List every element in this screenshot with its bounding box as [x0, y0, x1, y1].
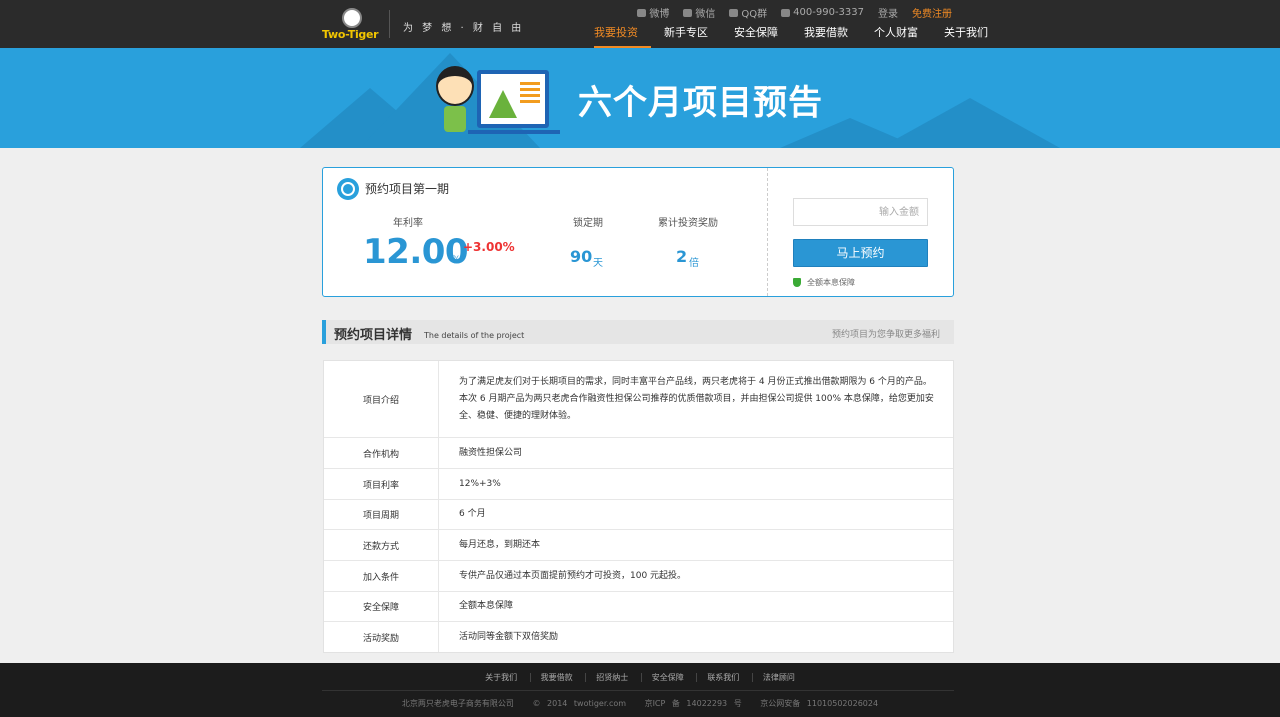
footer-link-careers[interactable]: 招贤纳士: [585, 673, 639, 682]
table-row: 加入条件 专供产品仅通过本页面提前预约才可投资，100 元起投。: [324, 561, 953, 592]
row-value: 活动同等金额下双倍奖励: [459, 631, 559, 642]
row-value: 6 个月: [459, 509, 486, 519]
details-header: 预约项目详情 The details of the project 预约项目为您…: [322, 320, 954, 344]
phone-icon: [781, 8, 791, 17]
guarantee-text: 全额本息保障: [807, 278, 855, 287]
nav-newbie[interactable]: 新手专区: [651, 26, 721, 48]
section-accent-bar: [322, 320, 326, 344]
details-title: 预约项目详情: [334, 328, 413, 343]
logo[interactable]: Two-Tiger: [322, 8, 380, 42]
wechat-icon: [683, 8, 693, 17]
shield-icon: [793, 278, 801, 287]
cartoon-boy-icon: [436, 66, 474, 106]
table-row: 项目利率 12%+3%: [324, 469, 953, 500]
details-subtitle: The details of the project: [424, 331, 525, 340]
table-row: 活动奖励 活动同等金额下双倍奖励: [324, 622, 953, 652]
clock-icon: [337, 178, 359, 200]
footer-copyright: 北京两只老虎电子商务有限公司 © 2014 twotiger.com 京ICP …: [0, 698, 1280, 709]
nav-security[interactable]: 安全保障: [721, 26, 791, 48]
register-link[interactable]: 免费注册: [912, 5, 952, 20]
qq-icon: [729, 8, 739, 17]
divider: [389, 10, 390, 38]
monitor-stand: [468, 130, 560, 134]
banner-title: 六个月项目预告: [578, 83, 823, 123]
nav-about[interactable]: 关于我们: [931, 26, 1001, 48]
mountain-shape: [880, 98, 1060, 148]
weibo-icon: [637, 8, 647, 17]
copyright: © 2014 twotiger.com: [532, 699, 627, 708]
row-value: 为了满足虎友们对于长期项目的需求，同时丰富平台产品线，两只老虎将于 4 月份正式…: [459, 376, 934, 421]
lock-label: 锁定期: [573, 218, 603, 229]
footer-links: 关于我们 我要借款 招贤纳士 安全保障 联系我们 法律顾问: [0, 672, 1280, 683]
footer: 关于我们 我要借款 招贤纳士 安全保障 联系我们 法律顾问 北京两只老虎电子商务…: [0, 663, 1280, 717]
row-value: 融资性担保公司: [459, 447, 523, 458]
row-value: 全额本息保障: [459, 601, 514, 611]
cartoon-boy-body: [444, 106, 466, 132]
row-key: 合作机构: [324, 438, 439, 468]
footer-link-contact[interactable]: 联系我们: [696, 673, 750, 682]
table-row: 合作机构 融资性担保公司: [324, 438, 953, 469]
icp-number: 京ICP 备 14022293 号: [644, 699, 742, 708]
slogan: 为 梦 想 · 财 自 由: [403, 23, 525, 34]
table-row: 安全保障 全额本息保障: [324, 592, 953, 622]
row-key: 还款方式: [324, 530, 439, 560]
nav-borrow[interactable]: 我要借款: [791, 26, 861, 48]
row-key: 加入条件: [324, 561, 439, 591]
table-row: 项目介绍 为了满足虎友们对于长期项目的需求，同时丰富平台产品线，两只老虎将于 4…: [324, 361, 953, 438]
nav-invest[interactable]: 我要投资: [594, 26, 651, 48]
qq-group-link[interactable]: QQ群: [729, 5, 767, 20]
top-header: Two-Tiger 为 梦 想 · 财 自 由 微博 微信 QQ群 400-99…: [0, 0, 1280, 48]
footer-link-legal[interactable]: 法律顾问: [751, 673, 805, 682]
reward-label: 累计投资奖励: [658, 218, 718, 229]
main-nav: 我要投资 新手专区 安全保障 我要借款 个人财富 关于我们: [594, 26, 1001, 48]
weibo-link[interactable]: 微博: [637, 5, 669, 20]
phone-number: 400-990-3337: [781, 5, 864, 20]
project-title: 预约项目第一期: [365, 182, 450, 196]
top-links: 微博 微信 QQ群 400-990-3337 登录 免费注册: [637, 5, 952, 20]
table-row: 还款方式 每月还息，到期还本: [324, 530, 953, 561]
nav-wealth[interactable]: 个人财富: [861, 26, 931, 48]
reward-value: 2: [676, 247, 688, 266]
details-table: 项目介绍 为了满足虎友们对于长期项目的需求，同时丰富平台产品线，两只老虎将于 4…: [323, 360, 954, 653]
dashed-divider: [767, 168, 768, 296]
amount-input[interactable]: [793, 198, 928, 226]
police-record: 京公网安备 11010502026024: [760, 699, 879, 708]
reserve-button[interactable]: 马上预约: [793, 239, 928, 267]
row-key: 项目周期: [324, 500, 439, 529]
banner: 六个月项目预告: [0, 48, 1280, 148]
monitor-chart-icon: [477, 70, 549, 128]
login-link[interactable]: 登录: [878, 5, 898, 20]
logo-text: Two-Tiger: [322, 28, 379, 41]
row-key: 安全保障: [324, 592, 439, 621]
company-name: 北京两只老虎电子商务有限公司: [401, 699, 514, 708]
row-key: 项目介绍: [324, 361, 439, 437]
row-key: 项目利率: [324, 469, 439, 499]
footer-link-about[interactable]: 关于我们: [475, 673, 527, 682]
footer-link-borrow[interactable]: 我要借款: [529, 673, 583, 682]
wechat-link[interactable]: 微信: [683, 5, 715, 20]
row-key: 活动奖励: [324, 622, 439, 652]
project-card: 预约项目第一期 年利率 12.00 % +3.00% 锁定期 90 天 累计投资…: [322, 167, 954, 297]
details-note: 预约项目为您争取更多福利: [831, 330, 940, 340]
row-value: 每月还息，到期还本: [459, 539, 541, 550]
row-value: 专供产品仅通过本页面提前预约才可投资，100 元起投。: [459, 570, 687, 581]
bonus-rate: +3.00%: [463, 240, 515, 254]
lock-unit: 天: [593, 258, 603, 269]
reward-unit: 倍: [689, 258, 699, 269]
mountain-icon: [489, 90, 517, 118]
bars-icon: [520, 82, 540, 106]
rate-unit: %: [452, 255, 461, 265]
table-row: 项目周期 6 个月: [324, 500, 953, 530]
row-value: 12%+3%: [459, 478, 501, 489]
footer-divider: [322, 690, 954, 691]
annual-rate: 12.00: [363, 232, 469, 272]
tiger-icon: [342, 8, 362, 28]
footer-link-security[interactable]: 安全保障: [640, 673, 694, 682]
lock-value: 90: [570, 247, 593, 266]
rate-label: 年利率: [393, 218, 423, 229]
